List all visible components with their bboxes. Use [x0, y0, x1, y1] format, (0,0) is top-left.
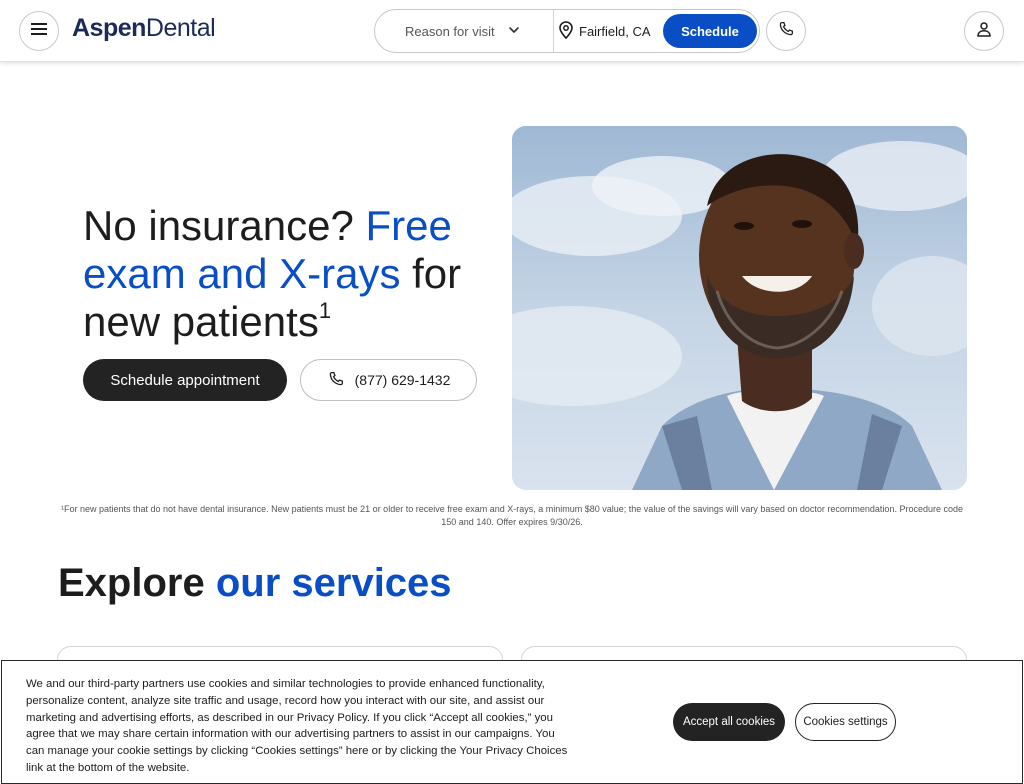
location-pin-icon	[557, 20, 579, 42]
chevron-down-icon	[508, 24, 520, 39]
location-selector[interactable]: Fairfield, CA	[557, 10, 651, 52]
cookie-consent-banner: We and our third-party partners use cook…	[1, 660, 1023, 784]
services-heading: Explore our services	[58, 561, 452, 606]
location-text: Fairfield, CA	[579, 23, 651, 39]
offer-disclaimer: ¹For new patients that do not have denta…	[61, 504, 963, 527]
services-heading-part1: Explore	[58, 561, 216, 605]
menu-button[interactable]	[19, 11, 59, 51]
reason-for-visit-label: Reason for visit	[405, 23, 495, 39]
person-icon	[976, 21, 992, 42]
call-button[interactable]	[766, 11, 806, 51]
aspen-dental-logo[interactable]: AspenDental	[72, 14, 216, 43]
cookie-consent-text: We and our third-party partners use cook…	[26, 678, 568, 774]
appointment-search-bar: Reason for visit Fairfield, CA Schedule	[374, 9, 760, 53]
phone-icon	[777, 20, 795, 43]
search-divider	[553, 10, 554, 52]
services-heading-highlight: our services	[215, 561, 452, 605]
cookies-settings-button[interactable]: Cookies settings	[795, 703, 896, 741]
hero-image	[512, 126, 967, 490]
logo-text-aspen: Aspen	[72, 14, 146, 42]
hero-headline: No insurance? Free exam and X-rays for n…	[83, 202, 483, 346]
site-header: AspenDental Reason for visit Fairfield, …	[0, 0, 1024, 62]
phone-icon	[327, 370, 355, 391]
phone-number-button[interactable]: (877) 629-1432	[300, 359, 477, 401]
phone-number-text: (877) 629-1432	[354, 372, 451, 388]
hero-headline-part1: No insurance?	[83, 202, 366, 249]
schedule-button[interactable]: Schedule	[663, 14, 757, 48]
account-button[interactable]	[964, 11, 1004, 51]
schedule-appointment-button[interactable]: Schedule appointment	[83, 359, 287, 401]
logo-text-dental: Dental	[145, 14, 216, 42]
footnote-marker: 1	[318, 298, 332, 323]
accept-all-cookies-button[interactable]: Accept all cookies	[673, 703, 785, 741]
reason-for-visit-dropdown[interactable]: Reason for visit	[375, 10, 553, 52]
smiling-man-photo	[512, 126, 967, 490]
hamburger-menu-icon	[31, 22, 47, 40]
